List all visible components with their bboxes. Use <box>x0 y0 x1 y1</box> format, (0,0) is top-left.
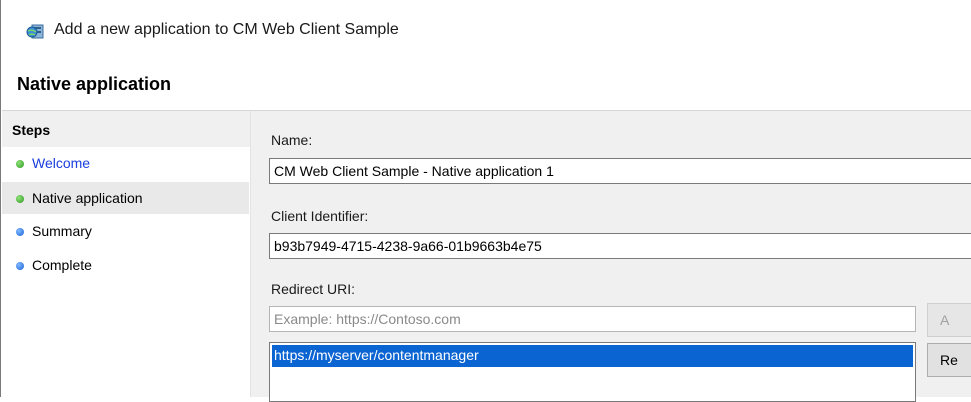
name-label: Name: <box>271 132 313 148</box>
current-status-icon <box>16 195 24 203</box>
step-native-application[interactable]: Native application <box>2 182 249 214</box>
step-label[interactable]: Welcome <box>32 155 90 171</box>
page-title: Native application <box>17 74 172 94</box>
list-item[interactable]: https://myserver/contentmanager <box>272 345 913 367</box>
step-label: Summary <box>32 223 92 239</box>
complete-status-icon <box>16 160 24 168</box>
redirect-uri-input[interactable]: Example: https://Contoso.com <box>269 306 916 332</box>
step-label: Native application <box>32 190 143 206</box>
pending-status-icon <box>16 228 24 236</box>
redirect-uri-list[interactable]: https://myserver/contentmanager <box>269 342 916 402</box>
steps-header: Steps <box>12 122 51 138</box>
step-label: Complete <box>32 257 92 273</box>
name-field[interactable]: CM Web Client Sample - Native applicatio… <box>269 158 971 184</box>
main-pane: Name: CM Web Client Sample - Native appl… <box>251 111 971 402</box>
title-bar: Add a new application to CM Web Client S… <box>2 0 971 60</box>
redirect-uri-label: Redirect URI: <box>271 281 356 297</box>
add-button[interactable]: A <box>927 303 971 337</box>
dialog-window: Add a new application to CM Web Client S… <box>0 0 971 402</box>
client-identifier-label: Client Identifier: <box>271 208 369 224</box>
step-complete: Complete <box>2 249 249 281</box>
window-title: Add a new application to CM Web Client S… <box>54 21 399 38</box>
step-summary: Summary <box>2 215 249 247</box>
server-globe-icon <box>26 24 44 40</box>
step-welcome[interactable]: Welcome <box>2 147 249 179</box>
remove-button[interactable]: Re <box>927 343 971 377</box>
client-identifier-field[interactable]: b93b7949-4715-4238-9a66-01b9663b4e75 <box>269 233 971 259</box>
pending-status-icon <box>16 262 24 270</box>
steps-pane: Steps Welcome Native application Summary… <box>2 111 251 397</box>
